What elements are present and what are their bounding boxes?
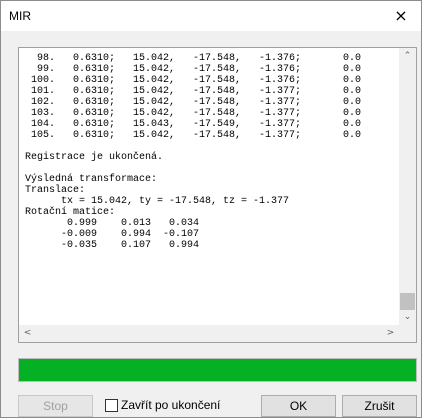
progress-bar <box>18 358 417 382</box>
log-line: 102. 0.6310; 15.042, -17.548, -1.377; 0.… <box>25 97 362 108</box>
scroll-left-icon[interactable]: < <box>19 325 36 342</box>
log-line: Registrace je ukončená. <box>25 152 164 163</box>
close-after-checkbox[interactable] <box>105 399 118 412</box>
scroll-right-icon[interactable]: > <box>382 325 399 342</box>
log-line: -0.035 0.107 0.994 <box>25 240 200 251</box>
log-line: 103. 0.6310; 15.042, -17.548, -1.377; 0.… <box>25 108 362 119</box>
log-line: Výsledná transformace: <box>25 174 158 185</box>
log-line: 105. 0.6310; 15.042, -17.548, -1.377; 0.… <box>25 130 362 141</box>
scrollbar-corner <box>399 325 416 342</box>
log-line: tx = 15.042, ty = -17.548, tz = -1.377 <box>25 196 290 207</box>
window-title: MIR <box>9 9 31 23</box>
title-bar: MIR × <box>1 1 421 31</box>
progress-fill <box>19 359 416 381</box>
log-line: 101. 0.6310; 15.042, -17.548, -1.377; 0.… <box>25 86 362 97</box>
scroll-down-icon[interactable]: ⌄ <box>399 309 416 326</box>
cancel-button[interactable]: Zrušit <box>342 395 417 417</box>
close-after-label[interactable]: Zavřít po ukončení <box>121 398 220 412</box>
log-text: 98. 0.6310; 15.042, -17.548, -1.376; 0.0… <box>25 53 400 326</box>
close-icon[interactable]: × <box>381 1 421 31</box>
log-textbox[interactable]: 98. 0.6310; 15.042, -17.548, -1.376; 0.0… <box>18 47 417 343</box>
log-line: -0.009 0.994 -0.107 <box>25 229 200 240</box>
vertical-scrollbar[interactable]: ⌃ ⌄ <box>399 48 416 326</box>
vertical-scroll-thumb[interactable] <box>400 293 415 310</box>
log-line: Rotační matice: <box>25 207 116 218</box>
log-line: 104. 0.6310; 15.043, -17.549, -1.377; 0.… <box>25 119 362 130</box>
stop-button[interactable]: Stop <box>18 395 93 417</box>
log-line: Translace: <box>25 185 86 196</box>
scroll-up-icon[interactable]: ⌃ <box>399 48 416 65</box>
ok-button[interactable]: OK <box>261 395 336 417</box>
log-line: 98. 0.6310; 15.042, -17.548, -1.376; 0.0 <box>25 53 362 64</box>
log-line: 100. 0.6310; 15.042, -17.548, -1.376; 0.… <box>25 75 362 86</box>
log-line: 0.999 0.013 0.034 <box>25 218 200 229</box>
mir-dialog: MIR × 98. 0.6310; 15.042, -17.548, -1.37… <box>0 0 422 418</box>
log-line: 99. 0.6310; 15.042, -17.548, -1.376; 0.0 <box>25 64 362 75</box>
horizontal-scrollbar[interactable]: < > <box>19 325 399 342</box>
